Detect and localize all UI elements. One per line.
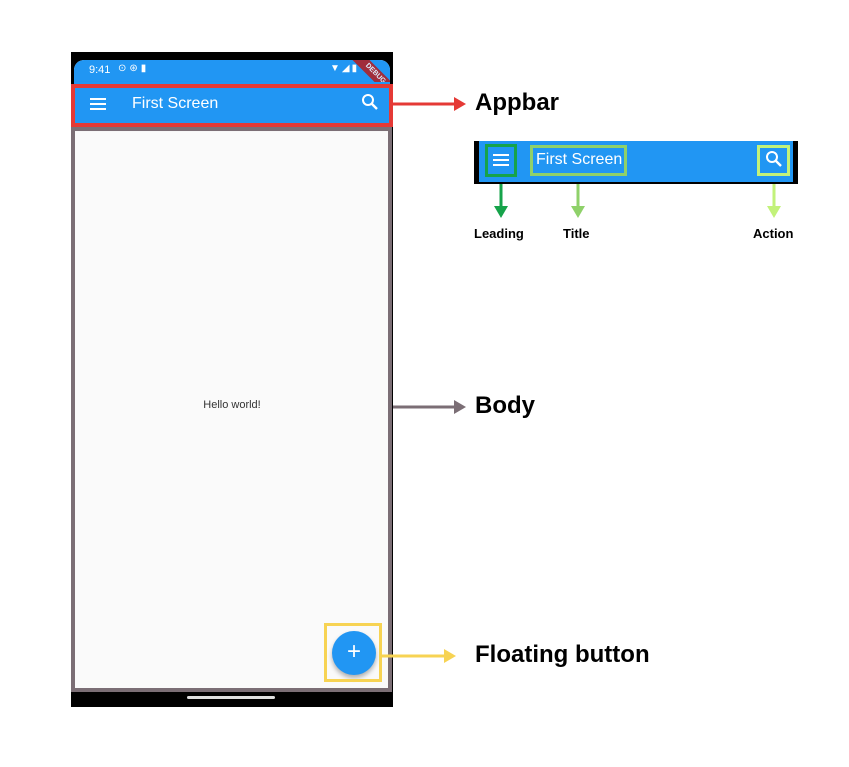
title-label: Title (563, 226, 590, 241)
body-arrow-head (454, 400, 466, 414)
action-highlight (757, 145, 790, 176)
appbar-label: Appbar (475, 89, 559, 116)
title-highlight (530, 145, 627, 176)
leading-label: Leading (474, 226, 524, 241)
arrows-layer (382, 97, 781, 663)
leading-highlight (485, 144, 517, 177)
action-label: Action (753, 226, 794, 241)
zoomed-appbar-bar (479, 141, 793, 182)
zoomed-appbar (474, 141, 798, 184)
fab-arrow-head (444, 649, 456, 663)
floating-button-label: Floating button (475, 641, 650, 668)
title-arrow-head (571, 206, 585, 218)
appbar-arrow-head (454, 97, 466, 111)
leading-arrow-head (494, 206, 508, 218)
action-arrow-head (767, 206, 781, 218)
body-label: Body (475, 392, 535, 419)
